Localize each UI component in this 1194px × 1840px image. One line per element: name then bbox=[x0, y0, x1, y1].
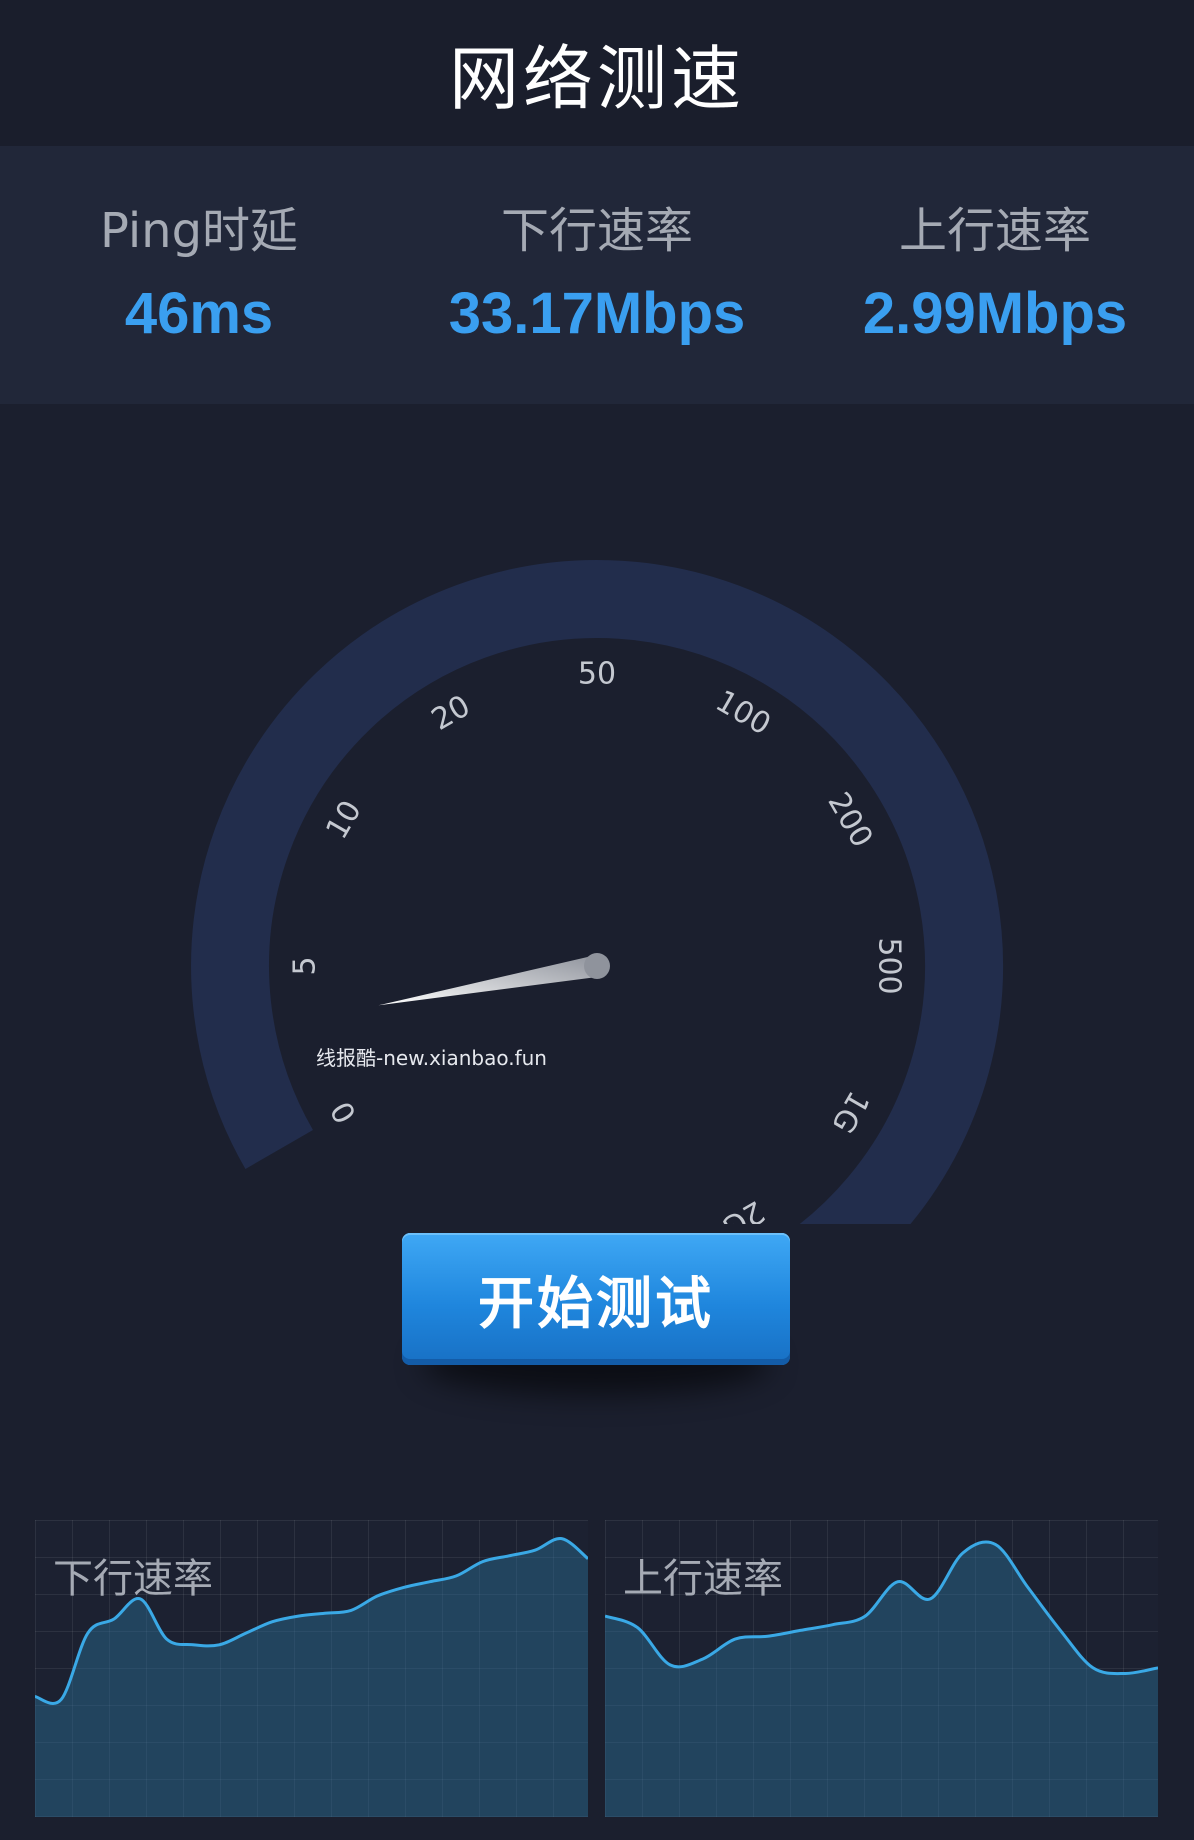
watermark-text: 线报酷-new.xianbao.fun bbox=[316, 1046, 547, 1070]
stat-upload: 上行速率 2.99Mbps bbox=[796, 146, 1194, 404]
stat-download: 下行速率 33.17Mbps bbox=[398, 146, 796, 404]
download-chart: 下行速率 bbox=[35, 1520, 588, 1817]
gauge-needle-body bbox=[378, 955, 599, 1006]
stats-bar: Ping时延 46ms 下行速率 33.17Mbps 上行速率 2.99Mbps bbox=[0, 146, 1194, 404]
download-chart-label: 下行速率 bbox=[53, 1556, 213, 1602]
gauge-needle bbox=[378, 953, 610, 1006]
gauge-tick-label: 5 bbox=[288, 956, 323, 975]
gauge-tick-label: 1G bbox=[824, 1085, 875, 1139]
gauge-needle-hub bbox=[584, 953, 610, 979]
stat-ping: Ping时延 46ms bbox=[0, 146, 398, 404]
page-title: 网络测速 bbox=[449, 37, 745, 120]
stat-upload-value: 2.99Mbps bbox=[862, 281, 1128, 346]
upload-chart: 上行速率 bbox=[605, 1520, 1158, 1817]
stat-download-label: 下行速率 bbox=[500, 203, 693, 259]
start-test-button[interactable]: 开始测试 bbox=[402, 1233, 790, 1365]
gauge-tick-label: 100 bbox=[709, 684, 776, 743]
app-header: 网络测速 bbox=[0, 0, 1194, 146]
speed-gauge: 051020501002005001G2G5G bbox=[191, 560, 1003, 1224]
gauge-tick-label: 200 bbox=[820, 786, 879, 853]
start-button-wrap: 开始测试 bbox=[402, 1233, 790, 1395]
gauge-tick-label: 10 bbox=[319, 795, 368, 846]
stat-ping-value: 46ms bbox=[124, 281, 274, 346]
stat-download-value: 33.17Mbps bbox=[448, 281, 746, 346]
gauge-tick-label: 2G bbox=[716, 1193, 770, 1224]
gauge-tick-label: 500 bbox=[872, 937, 907, 994]
gauge-tick-label: 20 bbox=[426, 688, 477, 737]
gauge-tick-label: 0 bbox=[324, 1095, 364, 1129]
upload-chart-label: 上行速率 bbox=[623, 1556, 783, 1602]
stat-upload-label: 上行速率 bbox=[898, 203, 1091, 259]
gauge-tick-label: 50 bbox=[578, 657, 616, 692]
stat-ping-label: Ping时延 bbox=[99, 203, 299, 259]
